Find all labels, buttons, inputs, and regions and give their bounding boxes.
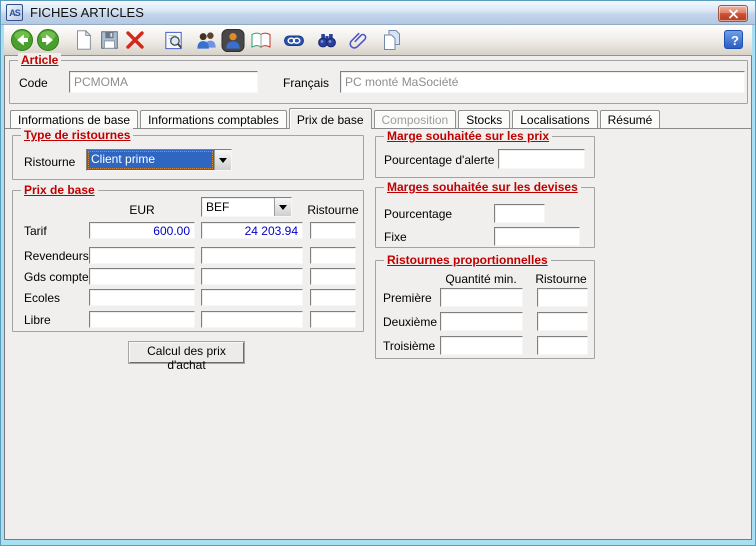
- back-button[interactable]: [9, 27, 35, 53]
- ristourne-prop-column-header: Ristourne: [534, 272, 588, 286]
- delete-icon: [123, 28, 147, 52]
- print-preview-button[interactable]: [160, 27, 186, 53]
- binoculars-icon: [315, 28, 339, 52]
- gds-comptes-devise-input[interactable]: [201, 268, 303, 285]
- francais-input[interactable]: [340, 71, 745, 93]
- paperclip-icon: [347, 28, 369, 52]
- libre-ristourne-input[interactable]: [310, 311, 356, 328]
- new-record-button[interactable]: [70, 27, 96, 53]
- new-document-icon: [72, 29, 94, 51]
- revendeurs-ristourne-input[interactable]: [310, 247, 356, 264]
- francais-label: Français: [283, 76, 329, 90]
- pourcentage-alerte-label: Pourcentage d'alerte: [384, 153, 494, 167]
- dropdown-arrow-icon[interactable]: [214, 150, 231, 170]
- premiere-quantite-input[interactable]: [440, 288, 523, 307]
- ecoles-eur-input[interactable]: [89, 289, 195, 306]
- user-icon: [221, 28, 245, 53]
- attachment-button[interactable]: [345, 27, 371, 53]
- tarif-devise-input[interactable]: [201, 222, 303, 239]
- premiere-label: Première: [383, 291, 432, 305]
- article-group-title: Article: [18, 53, 61, 67]
- revendeurs-devise-input[interactable]: [201, 247, 303, 264]
- ecoles-devise-input[interactable]: [201, 289, 303, 306]
- marge-prix-title: Marge souhaitée sur les prix: [384, 129, 552, 143]
- forward-button[interactable]: [35, 27, 61, 53]
- copy-button[interactable]: [379, 27, 405, 53]
- libre-eur-input[interactable]: [89, 311, 195, 328]
- deuxieme-quantite-input[interactable]: [440, 312, 523, 331]
- tab-composition: Composition: [374, 110, 457, 128]
- copy-icon: [380, 28, 404, 52]
- gds-comptes-ristourne-input[interactable]: [310, 268, 356, 285]
- preview-icon: [162, 29, 185, 52]
- titlebar: AS FICHES ARTICLES: [1, 1, 755, 25]
- libre-label: Libre: [24, 313, 51, 327]
- book-icon: [249, 28, 273, 52]
- search-button[interactable]: [314, 27, 340, 53]
- ristournes-prop-title: Ristournes proportionnelles: [384, 253, 551, 267]
- fixe-input[interactable]: [494, 227, 580, 246]
- code-label: Code: [19, 76, 48, 90]
- tarif-label: Tarif: [24, 224, 47, 238]
- app-window: AS FICHES ARTICLES: [0, 0, 756, 546]
- save-button[interactable]: [96, 27, 122, 53]
- close-button[interactable]: [718, 5, 748, 22]
- revendeurs-eur-input[interactable]: [89, 247, 195, 264]
- current-user-button[interactable]: [220, 27, 246, 53]
- ristourne-select[interactable]: Client prime: [86, 149, 232, 171]
- delete-button[interactable]: [122, 27, 148, 53]
- tab-prix-de-base[interactable]: Prix de base: [289, 108, 372, 129]
- ecoles-ristourne-input[interactable]: [310, 289, 356, 306]
- eur-column-header: EUR: [89, 203, 195, 217]
- code-input[interactable]: [69, 71, 258, 93]
- tarif-eur-input[interactable]: [89, 222, 195, 239]
- tarif-ristourne-input[interactable]: [310, 222, 356, 239]
- ecoles-label: Ecoles: [24, 291, 60, 305]
- ristourne-column-header: Ristourne: [307, 203, 359, 217]
- window-title: FICHES ARTICLES: [30, 5, 144, 20]
- tab-resume[interactable]: Résumé: [600, 110, 661, 128]
- troisieme-quantite-input[interactable]: [440, 336, 523, 355]
- contacts-icon: [195, 28, 219, 52]
- calcul-prix-achat-button[interactable]: Calcul des prix d'achat: [129, 342, 244, 363]
- tab-bar: Informations de base Informations compta…: [5, 107, 751, 129]
- troisieme-label: Troisième: [383, 339, 435, 353]
- fixe-label: Fixe: [384, 230, 407, 244]
- tab-informations-comptables[interactable]: Informations comptables: [140, 110, 287, 128]
- troisieme-ristourne-input[interactable]: [537, 336, 588, 355]
- pourcentage-input[interactable]: [494, 204, 545, 223]
- quantite-min-column-header: Quantité min.: [438, 272, 524, 286]
- help-button[interactable]: ?: [724, 30, 743, 49]
- back-icon: [10, 28, 34, 52]
- link-button[interactable]: [281, 27, 307, 53]
- revendeurs-label: Revendeurs: [24, 249, 89, 263]
- deuxieme-label: Deuxième: [383, 315, 437, 329]
- currency-selected-value: BEF: [202, 198, 274, 216]
- tab-localisations[interactable]: Localisations: [512, 110, 597, 128]
- dropdown-arrow-icon[interactable]: [274, 198, 291, 216]
- libre-devise-input[interactable]: [201, 311, 303, 328]
- deuxieme-ristourne-input[interactable]: [537, 312, 588, 331]
- close-icon: [728, 9, 739, 19]
- tab-informations-de-base[interactable]: Informations de base: [10, 110, 138, 128]
- contacts-button[interactable]: [194, 27, 220, 53]
- link-icon: [282, 28, 306, 52]
- pourcentage-label: Pourcentage: [384, 207, 452, 221]
- ristourne-selected-value: Client prime: [87, 150, 214, 170]
- premiere-ristourne-input[interactable]: [537, 288, 588, 307]
- toolbar: ?: [4, 25, 752, 56]
- gds-comptes-eur-input[interactable]: [89, 268, 195, 285]
- save-icon: [98, 29, 120, 51]
- ristourne-label: Ristourne: [24, 155, 75, 169]
- forward-icon: [36, 28, 60, 52]
- gds-comptes-label: Gds comptes: [24, 270, 95, 284]
- marges-devises-title: Marges souhaitée sur les devises: [384, 180, 581, 194]
- app-logo-icon: AS: [6, 4, 23, 21]
- prix-de-base-title: Prix de base: [21, 183, 98, 197]
- tab-stocks[interactable]: Stocks: [458, 110, 510, 128]
- pourcentage-alerte-input[interactable]: [498, 149, 585, 169]
- currency-select[interactable]: BEF: [201, 197, 292, 217]
- catalog-button[interactable]: [248, 27, 274, 53]
- type-ristournes-title: Type de ristournes: [21, 128, 133, 142]
